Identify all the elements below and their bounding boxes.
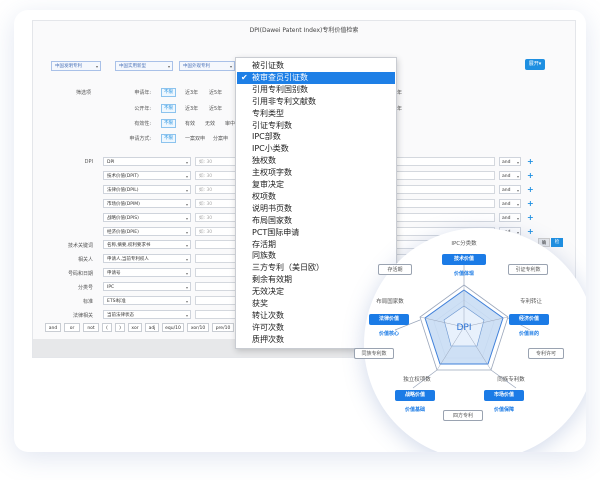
category-layout-countries: 布局国家数 [376, 299, 404, 305]
tag-family[interactable]: 同族专利数 [354, 348, 394, 359]
label-strategic-value: 价值基础 [404, 407, 425, 413]
tag-license[interactable]: 专利许可 [528, 348, 564, 359]
label-economic-value: 价值目的 [518, 331, 539, 337]
tag-market-value[interactable]: 市场价值 [484, 390, 524, 401]
tag-tech-value[interactable]: 技术价值 [442, 254, 486, 265]
label-legal-value: 价值核心 [378, 331, 399, 337]
tag-tri-patent[interactable]: 四方专利 [443, 410, 483, 421]
category-transfer: 专利转让 [519, 299, 542, 305]
tag-legal-value[interactable]: 法律价值 [369, 314, 409, 325]
radar-center-label: DPI [456, 323, 471, 333]
tag-economic-value[interactable]: 经济价值 [509, 314, 549, 325]
category-ipc: IPC分类数 [451, 241, 477, 247]
label-market-value: 价值保障 [493, 407, 514, 413]
tag-citation[interactable]: 引证专利数 [508, 264, 548, 275]
tag-strategic-value[interactable]: 战略价值 [395, 390, 435, 401]
tag-survival[interactable]: 存活期 [378, 264, 412, 275]
category-independent-claims: 独立权项数 [403, 377, 431, 383]
category-family-patents: 同族专利数 [497, 377, 525, 383]
label-tech-value: 价值体现 [453, 271, 474, 277]
